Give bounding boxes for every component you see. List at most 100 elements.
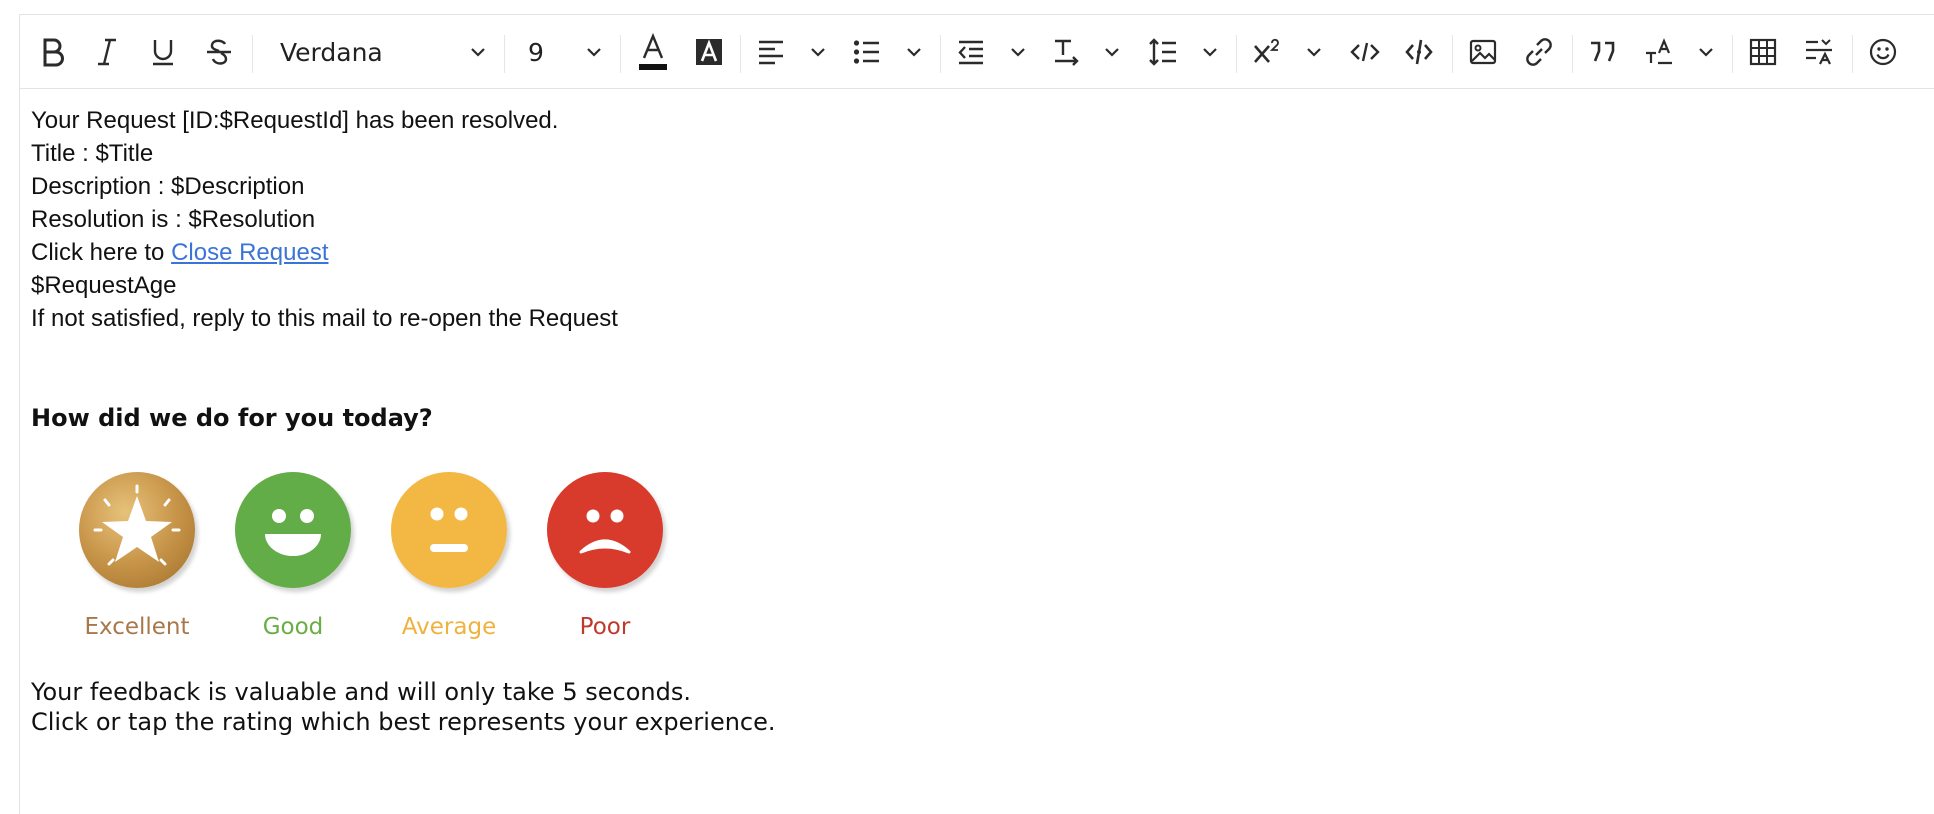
- text-color-icon: [639, 32, 667, 70]
- emoji-button[interactable]: [1860, 29, 1906, 75]
- body-line: Title : $Title: [31, 140, 154, 167]
- bold-button[interactable]: [30, 29, 76, 75]
- editor-toolbar: Verdana 9: [20, 15, 1934, 89]
- insert-link-button[interactable]: [1516, 29, 1562, 75]
- survey-question: How did we do for you today?: [31, 404, 433, 432]
- body-line: Resolution is : $Resolution: [31, 206, 316, 233]
- insert-image-button[interactable]: [1460, 29, 1506, 75]
- code-block-button[interactable]: [1396, 29, 1442, 75]
- outdent-icon: [958, 40, 983, 65]
- font-size-dropdown[interactable]: [574, 29, 614, 75]
- source-code-icon: [1405, 39, 1433, 65]
- rating-poor[interactable]: Poor: [530, 472, 663, 652]
- line-height-button[interactable]: [1140, 29, 1186, 75]
- body-line: $RequestAge: [31, 272, 177, 299]
- neutral-face-icon: [391, 472, 507, 588]
- rating-average[interactable]: Average: [374, 472, 507, 652]
- rating-label: Excellent: [84, 614, 190, 640]
- excellent-face: [79, 472, 195, 588]
- code-button[interactable]: [1342, 29, 1388, 75]
- code-icon: [1350, 42, 1380, 62]
- insert-table-button[interactable]: [1740, 29, 1786, 75]
- underline-button[interactable]: [140, 29, 186, 75]
- rating-excellent[interactable]: Excellent: [62, 472, 195, 652]
- rating-label: Poor: [579, 614, 631, 640]
- close-request-link[interactable]: Close Request: [171, 239, 328, 266]
- rating-label: Average: [401, 614, 497, 640]
- clear-format-dropdown[interactable]: [1686, 29, 1726, 75]
- strikethrough-icon: [207, 39, 231, 65]
- list-button[interactable]: [844, 29, 890, 75]
- feedback-line: Click or tap the rating which best repre…: [31, 708, 776, 736]
- insert-fields-button[interactable]: [1796, 29, 1842, 75]
- toolbar-separator: [1572, 35, 1573, 73]
- chevron-down-icon: [1699, 48, 1713, 57]
- italic-button[interactable]: [84, 29, 130, 75]
- indent-button[interactable]: [948, 29, 994, 75]
- emoji-icon: [1869, 38, 1897, 66]
- font-family-value: Verdana: [280, 37, 383, 67]
- superscript-icon: [1254, 38, 1279, 63]
- superscript-dropdown[interactable]: [1294, 29, 1334, 75]
- toolbar-separator: [940, 35, 941, 73]
- toolbar-separator: [1452, 35, 1453, 73]
- image-icon: [1469, 39, 1497, 65]
- toolbar-separator: [1236, 35, 1237, 73]
- font-size-value: 9: [528, 37, 544, 67]
- toolbar-separator: [1732, 35, 1733, 73]
- clear-format-button[interactable]: [1636, 29, 1682, 75]
- font-family-dropdown[interactable]: [458, 29, 498, 75]
- line-height-icon: [1149, 38, 1176, 66]
- chevron-down-icon: [907, 48, 921, 57]
- align-dropdown[interactable]: [798, 29, 838, 75]
- table-icon: [1749, 38, 1777, 66]
- body-line: Description : $Description: [31, 173, 305, 200]
- align-left-icon: [759, 40, 783, 65]
- feedback-line: Your feedback is valuable and will only …: [31, 678, 691, 706]
- highlight-color-icon: [696, 39, 722, 65]
- chevron-down-icon: [1105, 48, 1119, 57]
- fields-icon: [1806, 39, 1832, 65]
- rating-label: Good: [262, 614, 324, 640]
- toolbar-separator: [1852, 35, 1853, 73]
- quote-icon: [1591, 41, 1615, 62]
- body-line: If not satisfied, reply to this mail to …: [31, 305, 618, 332]
- sad-face-icon: [547, 472, 663, 588]
- link-icon: [1526, 38, 1552, 66]
- underline-icon: [153, 40, 173, 66]
- blockquote-button[interactable]: [1580, 29, 1626, 75]
- text-direction-dropdown[interactable]: [1092, 29, 1132, 75]
- background-color-button[interactable]: [686, 29, 732, 75]
- text-direction-icon: [1055, 39, 1079, 66]
- feedback-note: Your feedback is valuable and will only …: [31, 677, 776, 737]
- body-line: Click here to Close Request: [31, 236, 1431, 269]
- editor-body[interactable]: Your Request [ID:$RequestId] has been re…: [31, 104, 1431, 335]
- italic-icon: [98, 38, 116, 66]
- line-height-dropdown[interactable]: [1190, 29, 1230, 75]
- clear-format-icon: [1646, 38, 1672, 65]
- chevron-down-icon: [1307, 48, 1321, 57]
- superscript-button[interactable]: [1244, 29, 1290, 75]
- body-line-text: Click here to: [31, 239, 172, 266]
- list-dropdown[interactable]: [894, 29, 934, 75]
- happy-face-icon: [235, 472, 351, 588]
- font-size-select[interactable]: 9: [516, 29, 576, 75]
- strikethrough-button[interactable]: [196, 29, 242, 75]
- chevron-down-icon: [1011, 48, 1025, 57]
- chevron-down-icon: [811, 48, 825, 57]
- toolbar-separator: [620, 35, 621, 73]
- chevron-down-icon: [587, 48, 601, 57]
- toolbar-separator: [504, 35, 505, 73]
- text-direction-button[interactable]: [1044, 29, 1090, 75]
- bold-icon: [43, 38, 64, 67]
- average-face: [391, 472, 507, 588]
- body-line: Your Request [ID:$RequestId] has been re…: [31, 107, 559, 134]
- bulleted-list-icon: [853, 40, 879, 64]
- indent-dropdown[interactable]: [998, 29, 1038, 75]
- text-color-button[interactable]: [630, 29, 676, 75]
- good-face: [235, 472, 351, 588]
- rating-good[interactable]: Good: [218, 472, 351, 652]
- toolbar-separator: [252, 35, 253, 73]
- align-button[interactable]: [748, 29, 794, 75]
- chevron-down-icon: [471, 48, 485, 57]
